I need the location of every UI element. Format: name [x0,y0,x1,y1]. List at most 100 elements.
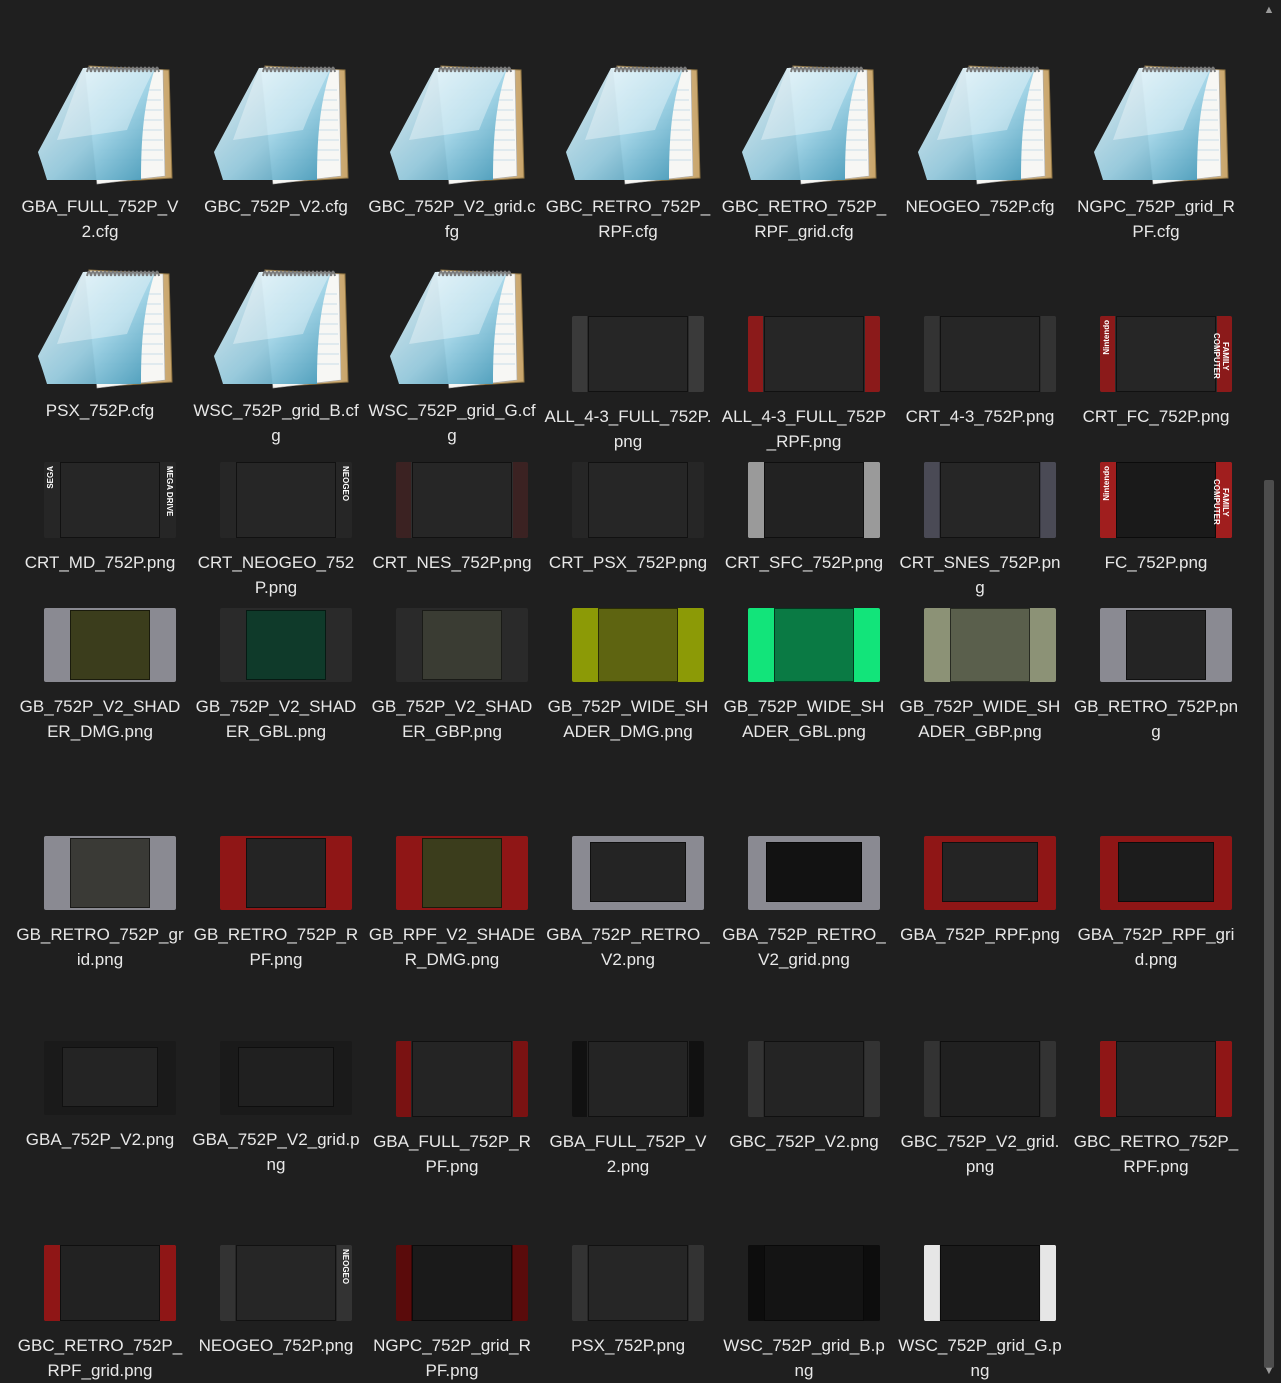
left-bezel-bar [44,1245,59,1321]
file-name-label: GBC_752P_V2.png [729,1132,879,1151]
file-name-label: GBC_RETRO_752P_RPF_grid.cfg [721,197,887,241]
file-name-label: GBA_752P_V2_grid.png [192,1130,360,1174]
screen-area [940,316,1040,392]
image-thumbnail: NEOGEO [220,1245,352,1321]
right-bezel-bar [689,462,704,538]
image-thumbnail [396,1245,528,1321]
left-bezel-bar [396,1245,411,1321]
file-name-label: GBC_RETRO_752P_RPF_grid.png [17,1336,183,1380]
right-bezel-label: FAMILY COMPUTER [1212,479,1230,525]
screen-area [246,610,326,680]
screen-area [774,608,854,682]
screen-area [950,608,1030,682]
screen-area [598,608,678,682]
left-bezel-bar [572,1245,587,1321]
file-name-label: CRT_FC_752P.png [1082,407,1230,426]
right-bezel-bar [1041,1245,1056,1321]
notepad-icon [742,65,877,185]
screen-area [412,462,512,538]
screen-area [1116,462,1216,538]
file-name-label: GBA_752P_V2.png [25,1130,175,1149]
right-bezel-label: FAMILY COMPUTER [1212,333,1230,379]
left-bezel-bar [220,462,235,538]
image-thumbnail [220,836,352,910]
image-thumbnail [572,316,704,392]
file-name-label: PSX_752P.cfg [45,401,155,420]
screen-area [590,842,686,902]
screen-area [236,462,336,538]
file-name-label: CRT_NES_752P.png [372,553,532,572]
image-thumbnail: NEOGEO [220,462,352,538]
image-thumbnail [44,1245,176,1321]
right-bezel-bar [1217,1041,1232,1117]
right-bezel-label: NEOGEO [341,466,350,502]
image-thumbnail [44,608,176,682]
image-thumbnail [1100,608,1232,682]
left-bezel-bar [396,1041,411,1117]
right-bezel-bar [689,1245,704,1321]
left-bezel-bar [572,462,587,538]
file-name-label: GBC_RETRO_752P_RPF.png [1073,1132,1239,1176]
notepad-icon [38,269,173,389]
right-bezel-bar [1041,462,1056,538]
file-name-label: GB_RETRO_752P_RPF.png [193,925,359,969]
vertical-scrollbar[interactable]: ▲ ▼ [1257,0,1281,1381]
scroll-up-icon[interactable]: ▲ [1257,0,1281,20]
image-thumbnail: Nintendo FAMILY COMPUTER [1100,462,1232,538]
image-thumbnail [748,462,880,538]
scroll-track[interactable] [1264,20,1274,1368]
right-bezel-bar [513,1245,528,1321]
file-name-label: NGPC_752P_grid_RPF.png [373,1336,531,1380]
file-name-label: CRT_SNES_752P.png [899,553,1061,597]
file-name-label: NGPC_752P_grid_RPF.cfg [1077,197,1235,241]
file-name-label: CRT_MD_752P.png [24,553,176,572]
right-bezel-bar [865,316,880,392]
notepad-icon [1094,65,1229,185]
right-bezel-bar [865,462,880,538]
notepad-icon [390,269,525,389]
right-bezel-bar [689,316,704,392]
file-name-label: GB_RPF_V2_SHADER_DMG.png [368,925,536,969]
file-name-label: WSC_752P_grid_B.png [723,1336,885,1380]
image-thumbnail [396,1041,528,1117]
file-name-label: PSX_752P.png [570,1336,686,1355]
file-name-label: FC_752P.png [1104,553,1208,572]
screen-area [764,462,864,538]
screen-area [236,1245,336,1321]
scroll-thumb[interactable] [1264,480,1274,1368]
file-name-label: WSC_752P_grid_B.cfg [193,401,359,445]
right-bezel-bar [161,1245,176,1321]
file-name-label: GBA_752P_RETRO_V2_grid.png [722,925,886,969]
screen-area [70,838,150,908]
image-thumbnail [924,836,1056,910]
scroll-down-icon[interactable]: ▼ [1257,1361,1281,1381]
right-bezel-bar [1041,316,1056,392]
image-thumbnail [924,1245,1056,1321]
screen-area [940,1245,1040,1321]
left-bezel-bar [748,462,763,538]
file-name-label: CRT_4-3_752P.png [905,407,1055,426]
left-bezel-bar [572,1041,587,1117]
image-thumbnail [748,316,880,392]
screen-area [588,1245,688,1321]
right-bezel-bar [513,462,528,538]
left-bezel-bar [748,316,763,392]
screen-area [412,1245,512,1321]
file-name-label: ALL_4-3_FULL_752P_RPF.png [721,407,887,451]
file-name-label: GBC_752P_V2_grid.cfg [368,197,536,241]
screen-area [940,462,1040,538]
left-bezel-label: SEGA [46,466,55,489]
image-thumbnail: Nintendo FAMILY COMPUTER [1100,316,1232,392]
file-name-label: GBC_752P_V2_grid.png [900,1132,1060,1176]
file-name-label: GBA_752P_RPF.png [900,925,1060,944]
right-bezel-bar [513,1041,528,1117]
file-name-label: GB_752P_WIDE_SHADER_DMG.png [547,697,709,741]
notepad-icon [214,269,349,389]
right-bezel-label: MEGA DRIVE [165,466,174,517]
file-name-label: CRT_NEOGEO_752P.png [197,553,355,597]
image-thumbnail [572,1245,704,1321]
screen-area [764,1245,864,1321]
notepad-icon [38,65,173,185]
file-name-label: GB_752P_WIDE_SHADER_GBP.png [899,697,1061,741]
file-name-label: GBC_752P_V2.cfg [204,197,348,216]
